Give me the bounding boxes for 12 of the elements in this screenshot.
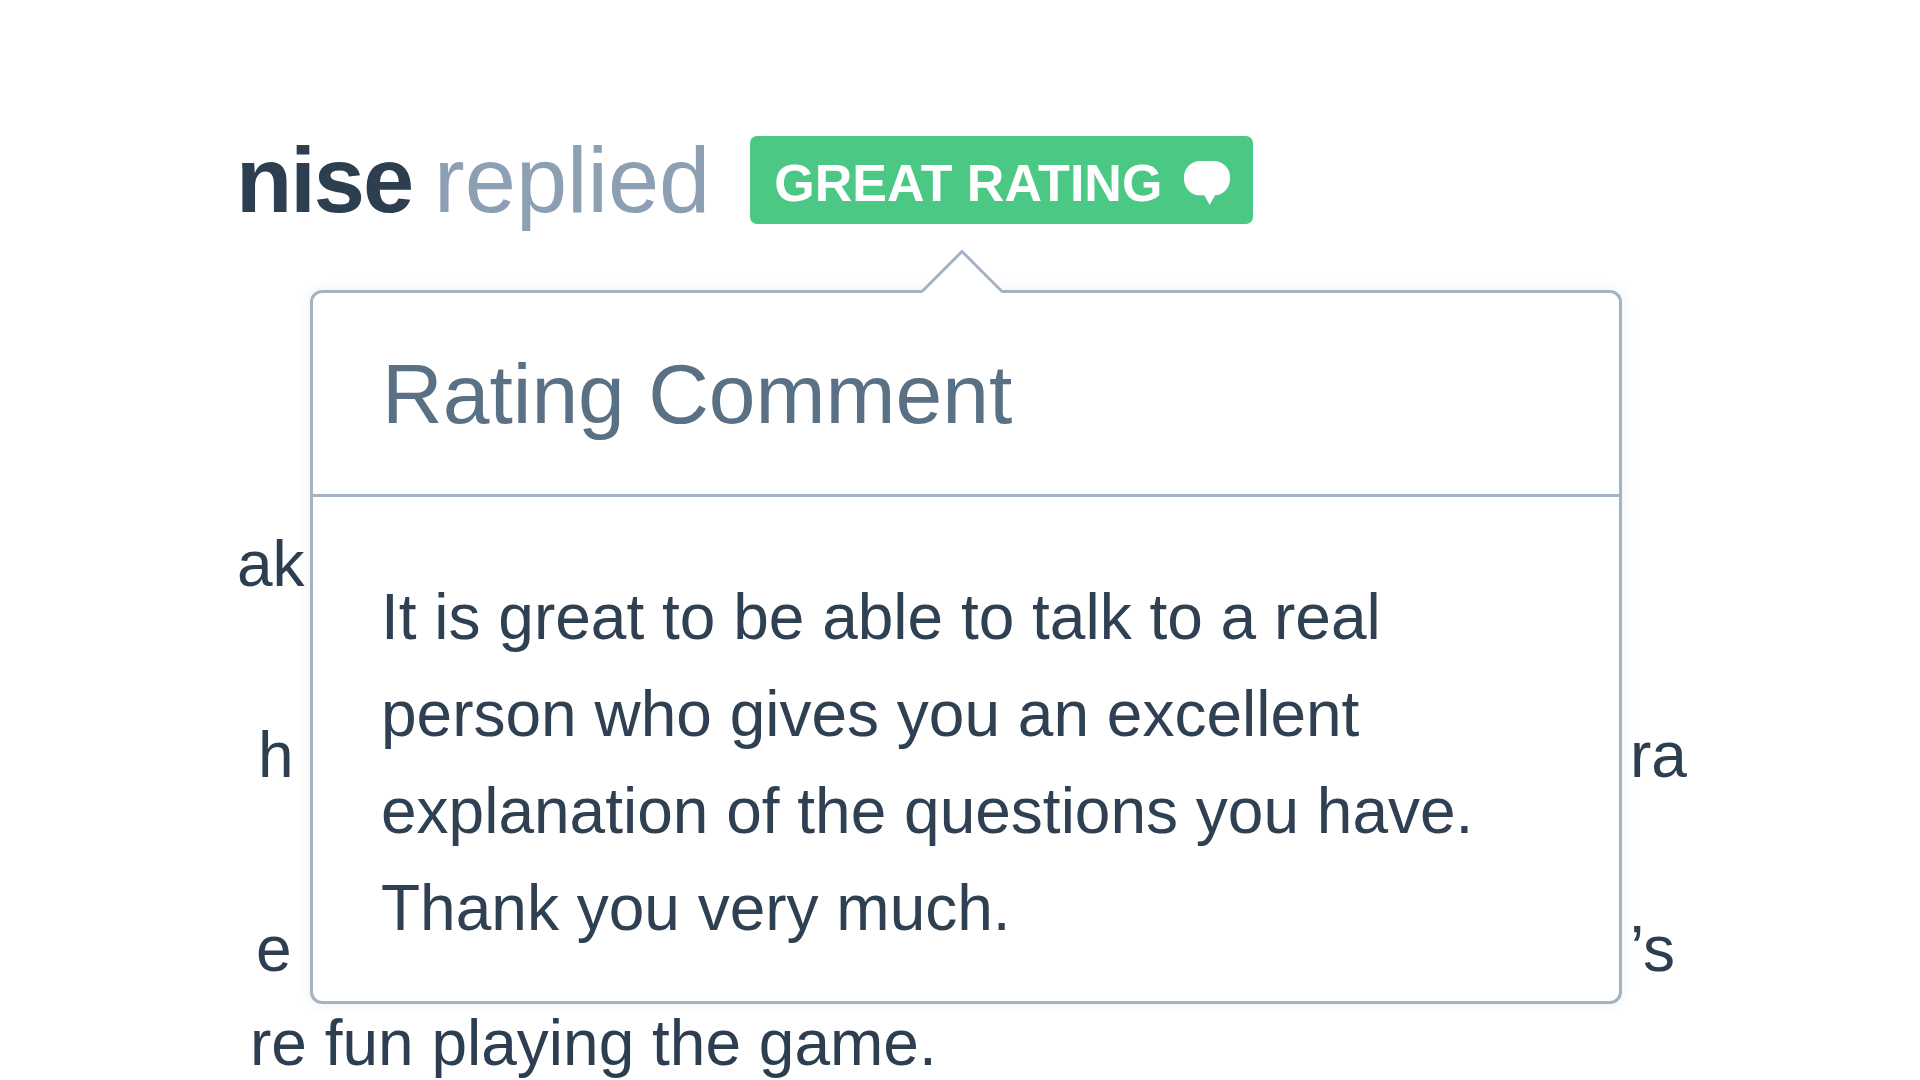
author-name: nise	[236, 128, 413, 233]
text-fragment: h	[258, 718, 294, 793]
speech-bubble-icon	[1184, 160, 1231, 205]
text-fragment: ’s	[1630, 912, 1676, 987]
text-fragment: re fun playing the game.	[250, 1008, 937, 1078]
replied-text: replied	[434, 128, 711, 233]
text-fragment: ra	[1630, 718, 1687, 793]
comment-text: It is great to be able to talk to a real person who gives you an excellent explanation of the questions you have. Thank you very much.	[381, 580, 1475, 946]
text-fragment: e	[256, 912, 292, 987]
rating-badge[interactable]: GREAT RATING	[750, 136, 1254, 224]
popover-title: Rating Comment	[382, 345, 1013, 443]
text-fragment: ak	[237, 527, 305, 602]
